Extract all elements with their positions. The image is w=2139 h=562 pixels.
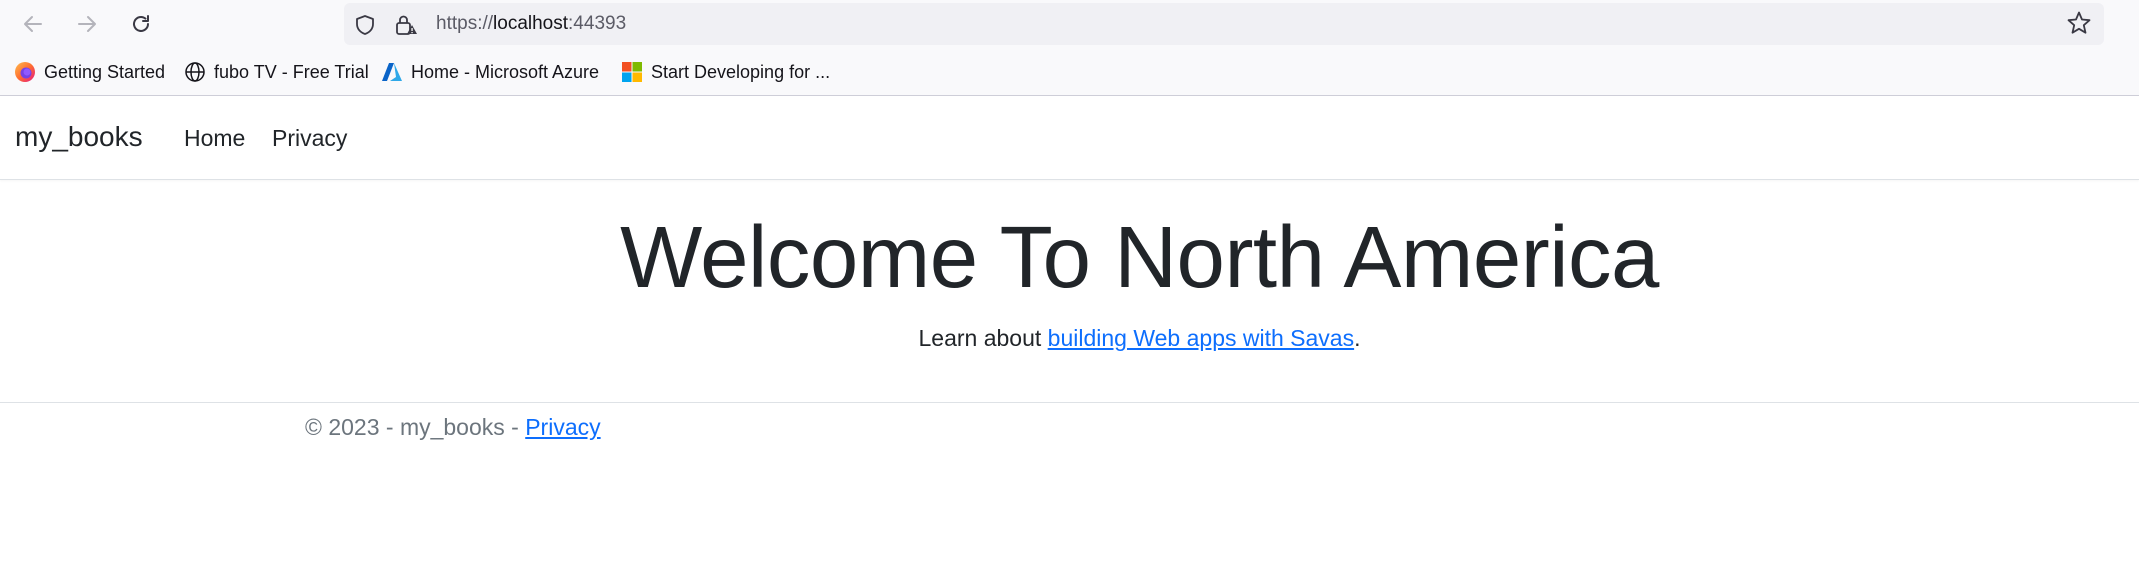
lead-link[interactable]: building Web apps with Savas bbox=[1048, 325, 1354, 351]
browser-toolbar: https://localhost:44393 bbox=[0, 0, 2139, 48]
lead-suffix: . bbox=[1354, 325, 1361, 351]
lock-warning-icon[interactable] bbox=[394, 14, 418, 36]
firefox-icon bbox=[14, 61, 36, 83]
shield-icon[interactable] bbox=[354, 14, 376, 36]
url-bar[interactable]: https://localhost:44393 bbox=[344, 3, 2104, 45]
bookmark-star-icon[interactable] bbox=[2066, 10, 2092, 36]
back-button[interactable] bbox=[18, 9, 48, 39]
bookmark-getting-started[interactable]: Getting Started bbox=[14, 60, 165, 84]
bookmarks-bar: Getting Started fubo TV - Free Trial Hom… bbox=[0, 48, 2139, 96]
url-host: localhost bbox=[493, 13, 569, 34]
lead-paragraph: Learn about building Web apps with Savas… bbox=[0, 322, 2139, 354]
nav-link-home[interactable]: Home bbox=[184, 125, 245, 151]
azure-icon bbox=[381, 61, 403, 83]
footer-text: © 2023 - my_books - Privacy bbox=[305, 411, 601, 443]
bookmark-label: Home - Microsoft Azure bbox=[411, 61, 600, 82]
forward-button[interactable] bbox=[72, 9, 102, 39]
footer: © 2023 - my_books - Privacy bbox=[0, 402, 2139, 463]
arrow-left-icon bbox=[24, 16, 42, 32]
bookmark-microsoft-azure[interactable]: Home - Microsoft Azure bbox=[381, 60, 599, 84]
app-navbar: my_books Home Privacy bbox=[0, 96, 2139, 180]
bookmark-fubo-tv[interactable]: fubo TV - Free Trial bbox=[184, 60, 369, 84]
url-text[interactable]: https://localhost:44393 bbox=[436, 14, 626, 34]
footer-privacy-link[interactable]: Privacy bbox=[525, 414, 600, 440]
bookmark-start-developing[interactable]: Start Developing for ... bbox=[621, 60, 830, 84]
globe-icon bbox=[184, 61, 206, 83]
bookmark-label: fubo TV - Free Trial bbox=[214, 61, 369, 82]
reload-icon bbox=[133, 15, 149, 32]
reload-button[interactable] bbox=[126, 9, 156, 39]
url-port: :44393 bbox=[568, 13, 627, 34]
bookmark-label: Getting Started bbox=[44, 61, 166, 82]
url-scheme: https:// bbox=[436, 13, 494, 34]
navbar-brand[interactable]: my_books bbox=[15, 120, 143, 154]
page-title: Welcome To North America bbox=[620, 209, 1659, 306]
microsoft-icon bbox=[621, 61, 643, 83]
nav-link-privacy[interactable]: Privacy bbox=[272, 125, 347, 151]
lead-prefix: Learn about bbox=[918, 325, 1048, 351]
footer-copyright: © 2023 - my_books - bbox=[305, 414, 526, 440]
bookmark-label: Start Developing for ... bbox=[651, 61, 831, 82]
arrow-right-icon bbox=[78, 16, 96, 32]
